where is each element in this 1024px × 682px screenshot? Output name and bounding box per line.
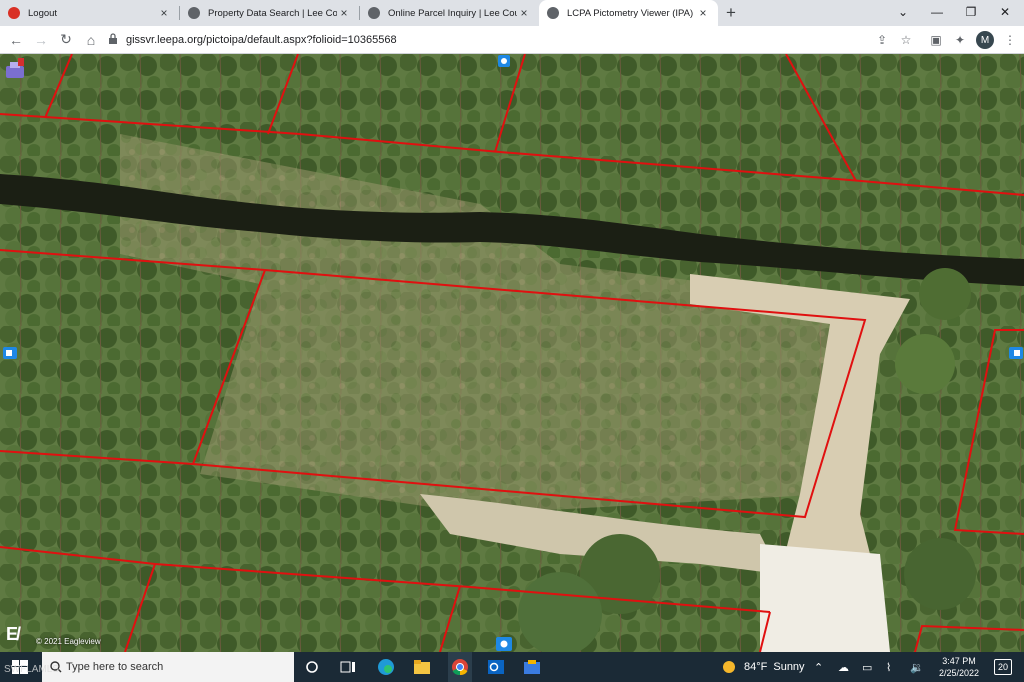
forward-icon[interactable]: →	[29, 28, 53, 52]
lock-icon	[109, 33, 117, 44]
show-hidden-icons-icon[interactable]: ⌃	[814, 652, 823, 682]
screen: Logout × Property Data Search | Lee Coun…	[0, 0, 1024, 682]
close-window-icon[interactable]: ✕	[988, 0, 1022, 24]
weather-desc: Sunny	[773, 661, 805, 673]
menu-icon[interactable]: ⋮	[1000, 30, 1020, 50]
edge-icon[interactable]	[376, 657, 396, 677]
close-tab-icon[interactable]: ×	[517, 6, 531, 20]
taskbar-clock[interactable]: 3:47 PM 2/25/2022	[934, 655, 984, 679]
store-icon[interactable]	[522, 657, 542, 677]
globe-icon	[188, 7, 200, 19]
weather-widget[interactable]: 84°F Sunny	[722, 652, 805, 682]
reload-icon[interactable]: ↻	[54, 28, 78, 52]
battery-icon[interactable]: ▭	[862, 652, 872, 682]
cortana-icon[interactable]	[302, 657, 322, 677]
onedrive-icon[interactable]: ☁	[838, 652, 849, 682]
eagleview-logo: E/	[6, 624, 21, 644]
tab-strip: Logout × Property Data Search | Lee Coun…	[0, 0, 1024, 26]
share-icon[interactable]: ⇪	[872, 30, 892, 50]
network-icon[interactable]: ⌇	[886, 652, 891, 682]
toolbox-icon[interactable]	[4, 58, 28, 80]
clock-time: 3:47 PM	[942, 656, 976, 666]
tab-pictometry-viewer[interactable]: LCPA Pictometry Viewer (IPA) ×	[539, 0, 718, 26]
tab-title: Online Parcel Inquiry | Lee Count	[388, 7, 517, 19]
notification-badge[interactable]: 20	[994, 659, 1012, 675]
aerial-map-view[interactable]: E/ © 2021 Eagleview	[0, 54, 1024, 652]
globe-icon	[368, 7, 380, 19]
extension-icon[interactable]: ▣	[926, 30, 946, 50]
globe-icon	[547, 7, 559, 19]
profile-avatar[interactable]: M	[976, 31, 994, 49]
camera-pin-icon[interactable]	[1008, 346, 1024, 360]
camera-pin-icon[interactable]	[497, 54, 511, 70]
chrome-icon[interactable]	[448, 652, 472, 682]
tab-title: Logout	[28, 7, 58, 19]
back-icon[interactable]: ←	[4, 28, 28, 52]
file-explorer-icon[interactable]	[412, 657, 432, 677]
sun-icon	[723, 661, 735, 673]
tab-property-data-search[interactable]: Property Data Search | Lee Count ×	[180, 0, 359, 26]
puzzle-icon[interactable]: ✦	[950, 30, 970, 50]
mls-watermark: SWFLAMLS	[4, 664, 60, 675]
clock-date: 2/25/2022	[938, 668, 980, 678]
aerial-imagery	[0, 54, 1024, 652]
close-tab-icon[interactable]: ×	[157, 6, 171, 20]
restore-icon[interactable]: ❐	[954, 0, 988, 24]
volume-icon[interactable]: 🔉	[910, 652, 924, 682]
tab-logout[interactable]: Logout ×	[0, 0, 179, 26]
close-tab-icon[interactable]: ×	[696, 6, 710, 20]
tab-title: Property Data Search | Lee Count	[208, 7, 337, 19]
lee-county-favicon-icon	[8, 7, 20, 19]
bookmark-star-icon[interactable]: ☆	[896, 30, 916, 50]
weather-temp: 84°F	[744, 661, 768, 673]
minimize-icon[interactable]: —	[920, 0, 954, 24]
close-tab-icon[interactable]: ×	[337, 6, 351, 20]
task-view-icon[interactable]	[338, 657, 358, 677]
tab-title: LCPA Pictometry Viewer (IPA)	[567, 7, 694, 19]
address-bar[interactable]: gissvr.leepa.org/pictoipa/default.aspx?f…	[104, 29, 864, 51]
camera-pin-icon[interactable]	[2, 346, 18, 360]
tab-search-icon[interactable]: ⌄	[886, 0, 920, 24]
outlook-icon[interactable]	[486, 657, 506, 677]
tab-online-parcel-inquiry[interactable]: Online Parcel Inquiry | Lee Count ×	[360, 0, 539, 26]
search-placeholder: Type here to search	[66, 661, 164, 673]
home-icon[interactable]: ⌂	[79, 28, 103, 52]
url-text: gissvr.leepa.org/pictoipa/default.aspx?f…	[126, 34, 397, 46]
camera-pin-icon[interactable]	[495, 636, 513, 652]
windows-taskbar: Type here to search 84°F Sunny ⌃ ☁ ▭ ⌇ 🔉…	[0, 652, 1024, 682]
new-tab-button[interactable]: +	[718, 0, 744, 26]
taskbar-search-box[interactable]: Type here to search	[42, 652, 294, 682]
copyright-text: © 2021 Eagleview	[36, 637, 101, 646]
